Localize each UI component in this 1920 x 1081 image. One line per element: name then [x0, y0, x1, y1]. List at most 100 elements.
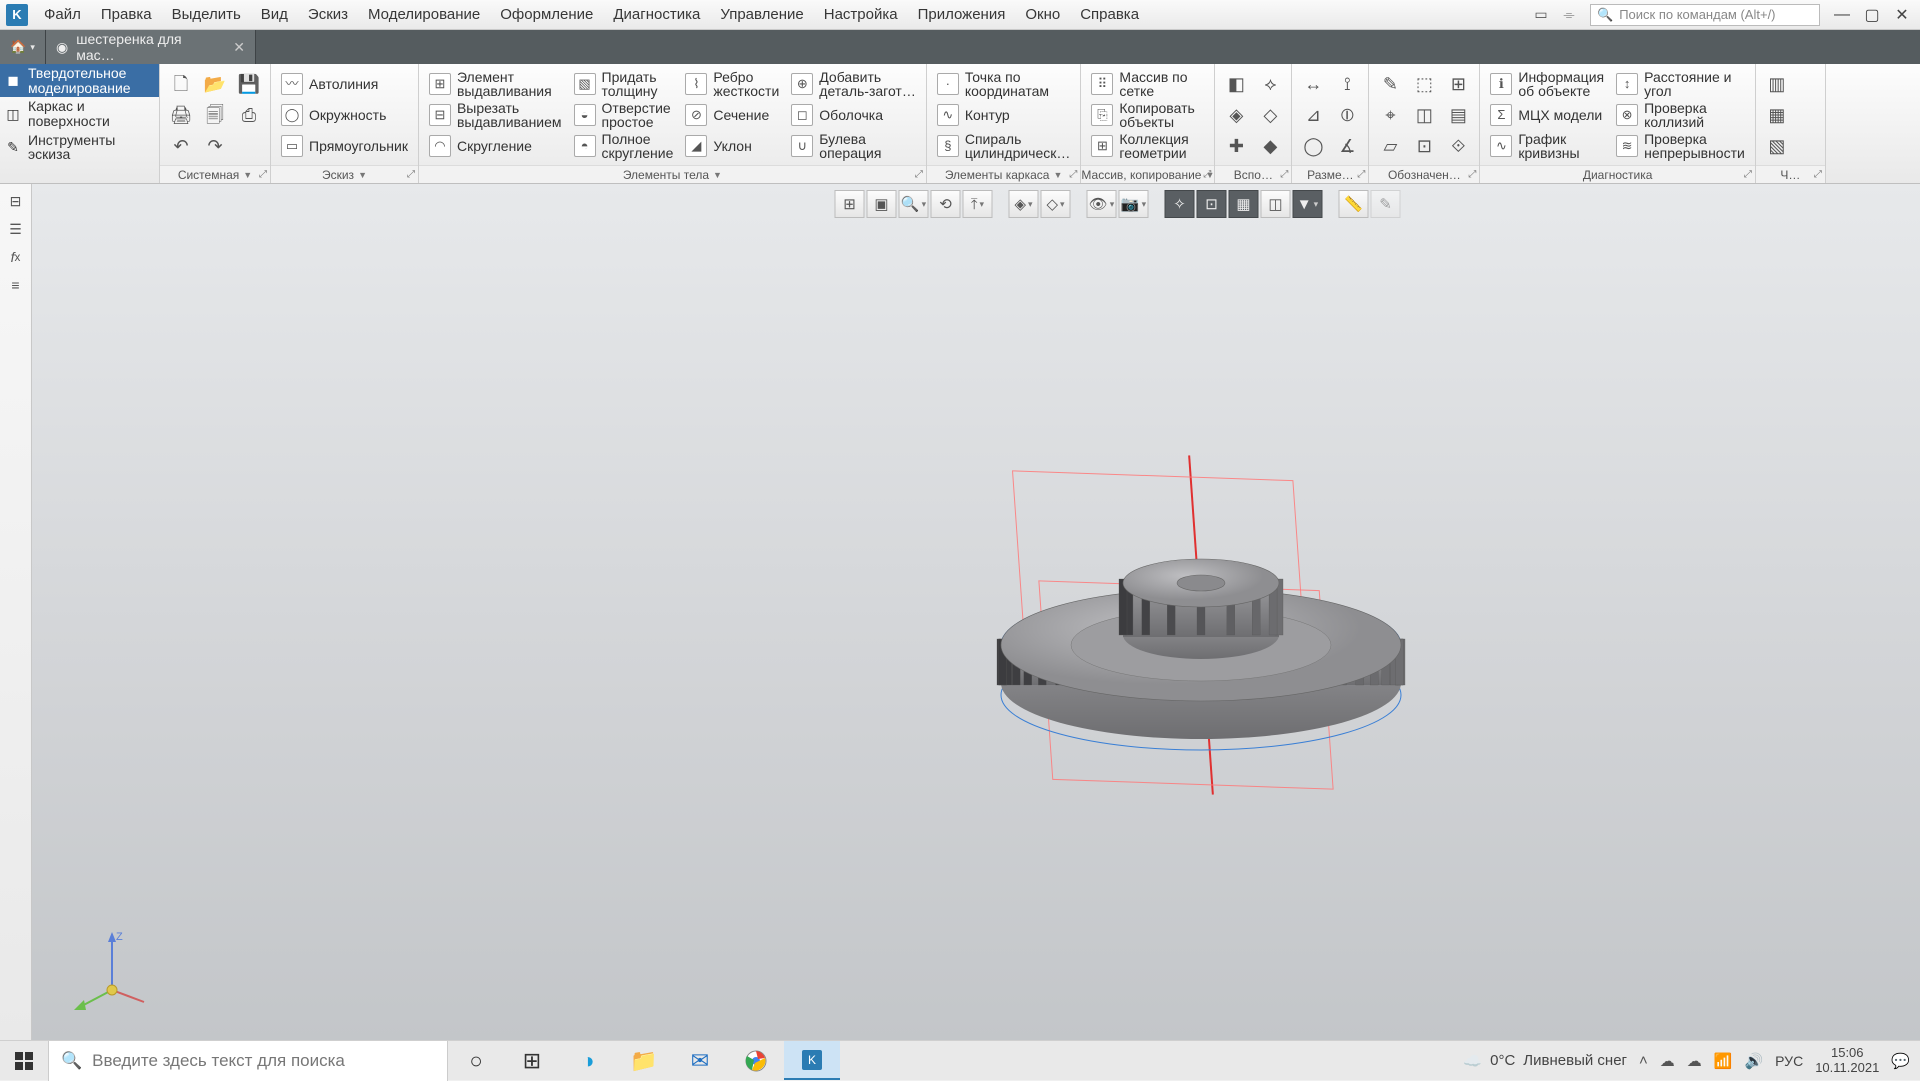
ribbon-btn[interactable]: ⊗Проверка коллизий: [1612, 99, 1749, 130]
camera-icon[interactable]: ⌯: [1556, 4, 1582, 26]
ribbon-btn[interactable]: ◆: [1255, 130, 1285, 161]
snap1-icon[interactable]: ✧: [1165, 190, 1195, 218]
ribbon-btn[interactable]: ↷: [200, 130, 230, 161]
ribbon-btn[interactable]: ∿Контур: [933, 99, 1075, 130]
ribbon-btn[interactable]: ▭Прямоугольник: [277, 130, 412, 161]
chevron-up-icon[interactable]: ˄: [1639, 1052, 1648, 1069]
ribbon-btn[interactable]: ⠿Массив по сетке: [1087, 68, 1198, 99]
menu-правка[interactable]: Правка: [91, 0, 162, 29]
menu-приложения[interactable]: Приложения: [908, 0, 1016, 29]
grid-icon[interactable]: ⊞: [835, 190, 865, 218]
ribbon-btn[interactable]: ⬚: [1409, 68, 1439, 99]
ribbon-btn[interactable]: ↶: [166, 130, 196, 161]
menu-справка[interactable]: Справка: [1070, 0, 1149, 29]
ribbon-btn[interactable]: ◫: [1409, 99, 1439, 130]
app-cura-icon[interactable]: ◑: [560, 1041, 616, 1080]
ribbon-btn[interactable]: ▧: [1762, 130, 1792, 161]
ribbon-btn[interactable]: ✚: [1221, 130, 1251, 161]
action-center-icon[interactable]: 💬: [1891, 1052, 1910, 1070]
orient-icon[interactable]: ⤒: [963, 190, 993, 218]
cloud2-icon[interactable]: ☁: [1687, 1052, 1702, 1070]
ribbon-btn[interactable]: 🗐: [200, 99, 230, 130]
taskbar-search[interactable]: 🔍 Введите здесь текст для поиска: [48, 1041, 448, 1081]
ribbon-btn[interactable]: ℹИнформация об объекте: [1486, 68, 1608, 99]
bars-icon[interactable]: ≡: [5, 274, 27, 296]
ribbon-btn[interactable]: ▦: [1762, 99, 1792, 130]
ribbon-btn[interactable]: ▱: [1375, 130, 1405, 161]
ribbon-btn[interactable]: ↔: [1298, 68, 1328, 99]
ribbon-btn[interactable]: ∿График кривизны: [1486, 130, 1608, 161]
document-tab[interactable]: ◉ шестеренка для мас… ✕: [46, 30, 256, 64]
frame-icon[interactable]: ▣: [867, 190, 897, 218]
onedrive-icon[interactable]: ☁: [1660, 1052, 1675, 1070]
ribbon-btn[interactable]: ◠Скругление: [425, 130, 566, 161]
menu-вид[interactable]: Вид: [251, 0, 298, 29]
ribbon-btn[interactable]: ∪Булева операция: [787, 130, 920, 161]
ribbon-btn[interactable]: ∡: [1332, 130, 1362, 161]
wifi-icon[interactable]: 📶: [1714, 1052, 1733, 1070]
ribbon-btn[interactable]: ⊕Добавить деталь-загот…: [787, 68, 920, 99]
ribbon-btn[interactable]: ⌖: [1375, 99, 1405, 130]
close-button[interactable]: ✕: [1888, 5, 1916, 25]
taskview-icon[interactable]: ⊞: [504, 1041, 560, 1080]
ribbon-btn[interactable]: ◧: [1221, 68, 1251, 99]
ribbon-btn[interactable]: 💾: [234, 68, 264, 99]
chrome-icon[interactable]: [728, 1041, 784, 1080]
ribbon-btn[interactable]: 📂: [200, 68, 230, 99]
menu-диагностика[interactable]: Диагностика: [603, 0, 710, 29]
ribbon-btn[interactable]: ⊞Коллекция геометрии: [1087, 130, 1198, 161]
mode-1[interactable]: ◫Каркас и поверхности: [0, 97, 159, 130]
snap2-icon[interactable]: ⊡: [1197, 190, 1227, 218]
minimize-button[interactable]: —: [1828, 5, 1856, 25]
cortana-icon[interactable]: ○: [448, 1041, 504, 1080]
ribbon-btn[interactable]: ◓Полное скругление: [570, 130, 678, 161]
snap3-icon[interactable]: ▦: [1229, 190, 1259, 218]
kompas-icon[interactable]: K: [784, 1041, 840, 1080]
menu-окно[interactable]: Окно: [1015, 0, 1070, 29]
ribbon-btn[interactable]: ◯Окружность: [277, 99, 412, 130]
zoom-icon[interactable]: 🔍: [899, 190, 929, 218]
lang-indicator[interactable]: РУС: [1775, 1053, 1803, 1069]
menu-моделирование[interactable]: Моделирование: [358, 0, 490, 29]
ribbon-btn[interactable]: ·Точка по координатам: [933, 68, 1075, 99]
ribbon-btn[interactable]: ◻Оболочка: [787, 99, 920, 130]
ribbon-btn[interactable]: [234, 130, 264, 161]
fx-icon[interactable]: fx: [5, 246, 27, 268]
shade-icon[interactable]: ◈: [1009, 190, 1039, 218]
ribbon-btn[interactable]: ◈: [1221, 99, 1251, 130]
ribbon-btn[interactable]: ⎙: [234, 99, 264, 130]
tree-icon[interactable]: ⊟: [5, 190, 27, 212]
menu-выделить[interactable]: Выделить: [162, 0, 251, 29]
layer-icon[interactable]: ◫: [1261, 190, 1291, 218]
ribbon-btn[interactable]: ◯: [1298, 130, 1328, 161]
command-search[interactable]: 🔍 Поиск по командам (Alt+/): [1590, 4, 1820, 26]
ribbon-btn[interactable]: ▤: [1443, 99, 1473, 130]
ribbon-btn[interactable]: ⊿: [1298, 99, 1328, 130]
measure-icon[interactable]: 📏: [1339, 190, 1369, 218]
ribbon-btn[interactable]: ⎘Копировать объекты: [1087, 99, 1198, 130]
sound-icon[interactable]: 🔊: [1744, 1052, 1763, 1070]
ribbon-btn[interactable]: ⟡: [1255, 68, 1285, 99]
menu-управление[interactable]: Управление: [710, 0, 813, 29]
ribbon-btn[interactable]: ⊞: [1443, 68, 1473, 99]
ribbon-btn[interactable]: 🗋: [166, 68, 196, 99]
ribbon-btn[interactable]: ✎: [1375, 68, 1405, 99]
ribbon-btn[interactable]: ΣМЦХ модели: [1486, 99, 1608, 130]
capture-icon[interactable]: 📷: [1119, 190, 1149, 218]
ribbon-btn[interactable]: ⊘Сечение: [681, 99, 783, 130]
ribbon-btn[interactable]: ⊟Вырезать выдавливанием: [425, 99, 566, 130]
hide-icon[interactable]: 👁: [1087, 190, 1117, 218]
ribbon-btn[interactable]: 🖨: [166, 99, 196, 130]
maximize-button[interactable]: ▢: [1858, 5, 1886, 25]
ribbon-btn[interactable]: ⊞Элемент выдавливания: [425, 68, 566, 99]
filter-icon[interactable]: ▼: [1293, 190, 1323, 218]
ribbon-btn[interactable]: ◇: [1255, 99, 1285, 130]
mode-0[interactable]: ◼Твердотельное моделирование: [0, 64, 159, 97]
ribbon-btn[interactable]: ≋Проверка непрерывности: [1612, 130, 1749, 161]
outlook-icon[interactable]: ✉: [672, 1041, 728, 1080]
ribbon-btn[interactable]: ◢Уклон: [681, 130, 783, 161]
menu-настройка[interactable]: Настройка: [814, 0, 908, 29]
ribbon-btn[interactable]: ▧Придать толщину: [570, 68, 678, 99]
start-button[interactable]: [0, 1041, 48, 1080]
mode-2[interactable]: ✎Инструменты эскиза: [0, 131, 159, 164]
